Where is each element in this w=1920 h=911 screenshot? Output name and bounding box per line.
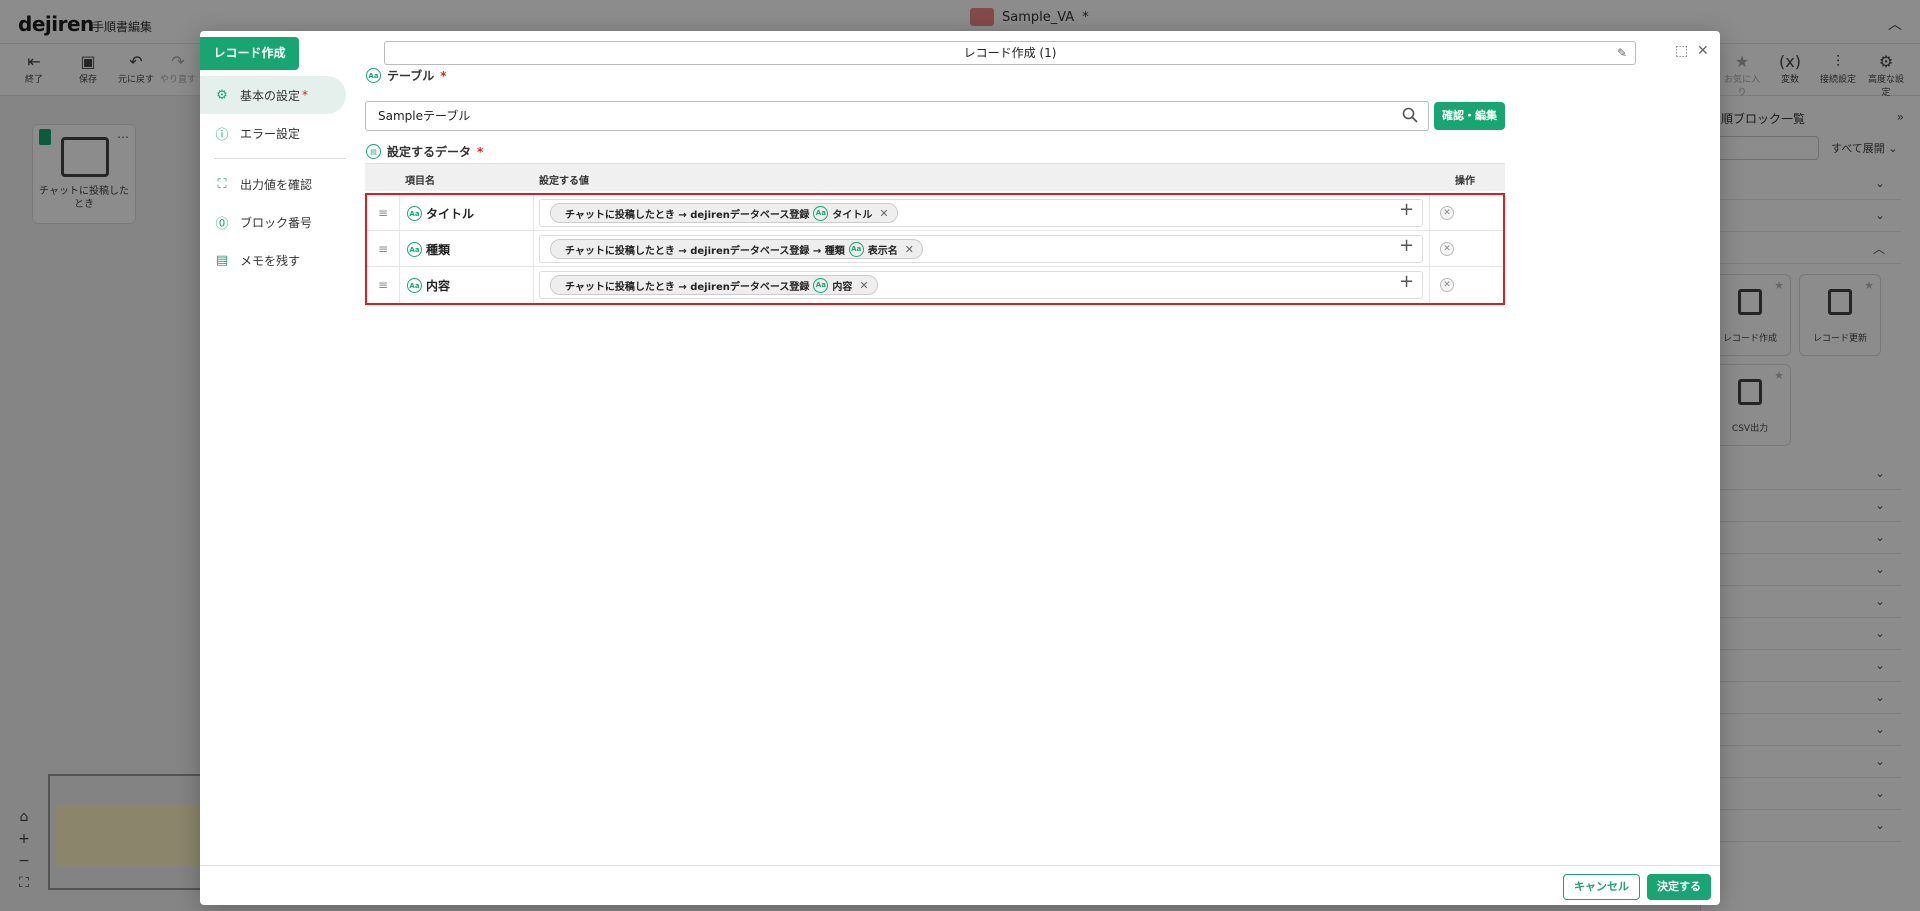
column-header-action: 操作 — [1455, 176, 1475, 187]
data-rows-highlight: ≡ Aa タイトル チャットに投稿したとき → dejirenデータベース登録 … — [365, 193, 1505, 305]
side-nav-divider — [214, 158, 346, 159]
table-section-label: Aa テーブル * — [366, 67, 447, 84]
gear-icon: ⚙ — [216, 87, 228, 103]
row-field-name: Aa タイトル — [407, 205, 474, 222]
table-label-text: テーブル — [387, 69, 435, 83]
chip-field: タイトル — [832, 209, 873, 221]
dialog-title-text: レコード作成 (1) — [963, 46, 1057, 60]
column-divider — [533, 267, 534, 303]
data-grid-header: 項目名 設定する値 操作 — [365, 163, 1505, 191]
table-row: ≡ Aa 内容 チャットに投稿したとき → dejirenデータベース登録 Aa… — [367, 267, 1503, 303]
required-mark: * — [440, 68, 447, 83]
record-create-dialog: レコード作成 レコード作成 (1) ✎ ⬚ ✕ ⚙ 基本の設定 * ⓘ エラー設… — [200, 31, 1720, 905]
side-nav-label: メモを残す — [240, 253, 301, 268]
side-nav-memo[interactable]: ▤ メモを残す — [200, 241, 350, 279]
dialog-title-field[interactable]: レコード作成 (1) ✎ — [384, 41, 1636, 65]
side-nav-output-check[interactable]: ⛶ 出力値を確認 — [200, 165, 350, 203]
drag-handle-icon[interactable]: ≡ — [367, 231, 400, 267]
text-type-icon: Aa — [407, 206, 422, 221]
side-nav-label: 基本の設定 — [240, 88, 301, 103]
text-type-icon: Aa — [407, 242, 422, 257]
chip-path: チャットに投稿したとき → dejirenデータベース登録 → 種類 — [565, 245, 845, 257]
chip-remove-icon[interactable]: ✕ — [859, 279, 868, 292]
column-divider — [1429, 231, 1430, 267]
drag-handle-icon[interactable]: ≡ — [367, 267, 400, 303]
row-value-field[interactable]: チャットに投稿したとき → dejirenデータベース登録 Aa タイトル ✕ — [539, 199, 1423, 227]
memo-icon: ▤ — [215, 252, 229, 268]
submit-button[interactable]: 決定する — [1647, 874, 1711, 900]
row-field-name: Aa 内容 — [407, 277, 450, 294]
delete-row-icon[interactable]: ✕ — [1440, 206, 1454, 220]
chip-path: チャットに投稿したとき → dejirenデータベース登録 — [565, 209, 810, 221]
table-icon: ▤ — [366, 144, 381, 159]
chip-remove-icon[interactable]: ✕ — [905, 243, 914, 256]
drag-handle-icon[interactable]: ≡ — [367, 195, 400, 231]
variable-chip[interactable]: チャットに投稿したとき → dejirenデータベース登録 Aa タイトル ✕ — [550, 203, 898, 223]
add-value-icon[interactable]: + — [1399, 235, 1414, 256]
text-type-icon: Aa — [813, 277, 829, 293]
variable-chip[interactable]: チャットに投稿したとき → dejirenデータベース登録 → 種類 Aa 表示… — [550, 239, 923, 259]
column-header-value: 設定する値 — [539, 176, 589, 187]
column-divider — [533, 195, 534, 231]
delete-row-icon[interactable]: ✕ — [1440, 242, 1454, 256]
search-icon[interactable] — [1402, 107, 1418, 123]
required-mark: * — [477, 144, 484, 159]
side-nav-basic-settings[interactable]: ⚙ 基本の設定 * — [200, 76, 346, 114]
column-divider — [1429, 195, 1430, 231]
column-divider — [1429, 267, 1430, 303]
close-icon[interactable]: ✕ — [1697, 43, 1709, 59]
row-field-name-text: 内容 — [426, 279, 451, 293]
chip-remove-icon[interactable]: ✕ — [879, 207, 888, 220]
confirm-edit-button[interactable]: 確認・編集 — [1434, 102, 1505, 130]
dialog-footer: キャンセル 決定する — [200, 865, 1720, 905]
row-field-name: Aa 種類 — [407, 241, 450, 258]
column-header-name: 項目名 — [405, 176, 435, 187]
side-nav-label: エラー設定 — [240, 126, 301, 141]
row-value-field[interactable]: チャットに投稿したとき → dejirenデータベース登録 → 種類 Aa 表示… — [539, 235, 1423, 263]
add-value-icon[interactable]: + — [1399, 271, 1414, 292]
table-row: ≡ Aa 種類 チャットに投稿したとき → dejirenデータベース登録 → … — [367, 231, 1503, 267]
data-section-label: ▤ 設定するデータ * — [366, 143, 483, 160]
side-nav-block-number[interactable]: ⓪ ブロック番号 — [200, 203, 350, 241]
side-nav-label: ブロック番号 — [240, 215, 313, 230]
text-type-icon: Aa — [848, 241, 864, 257]
variable-chip[interactable]: チャットに投稿したとき → dejirenデータベース登録 Aa 内容 ✕ — [550, 275, 878, 295]
table-row: ≡ Aa タイトル チャットに投稿したとき → dejirenデータベース登録 … — [367, 195, 1503, 231]
chip-path: チャットに投稿したとき → dejirenデータベース登録 — [565, 281, 810, 293]
row-field-name-text: 種類 — [426, 243, 451, 257]
required-mark: * — [302, 88, 309, 102]
select-area-icon[interactable]: ⬚ — [1675, 43, 1688, 59]
block-number-icon: ⓪ — [215, 216, 229, 232]
data-label-text: 設定するデータ — [387, 145, 472, 159]
add-value-icon[interactable]: + — [1399, 199, 1414, 220]
table-select-input[interactable]: Sampleテーブル — [365, 101, 1429, 131]
text-type-icon: Aa — [366, 68, 381, 83]
row-value-field[interactable]: チャットに投稿したとき → dejirenデータベース登録 Aa 内容 ✕ — [539, 271, 1423, 299]
text-type-icon: Aa — [407, 278, 422, 293]
text-type-icon: Aa — [813, 205, 829, 221]
row-field-name-text: タイトル — [426, 207, 475, 221]
side-nav-error-settings[interactable]: ⓘ エラー設定 — [200, 114, 350, 152]
settings-side-nav: ⚙ 基本の設定 * ⓘ エラー設定 ⛶ 出力値を確認 ⓪ ブロック番号 ▤ メモ… — [200, 76, 350, 279]
error-icon: ⓘ — [215, 127, 229, 143]
chip-field: 内容 — [832, 281, 853, 293]
pencil-icon[interactable]: ✎ — [1617, 42, 1627, 64]
column-divider — [533, 231, 534, 267]
delete-row-icon[interactable]: ✕ — [1440, 278, 1454, 292]
block-type-badge: レコード作成 — [200, 37, 299, 70]
chip-field: 表示名 — [867, 245, 898, 257]
table-select-value: Sampleテーブル — [378, 109, 471, 123]
output-icon: ⛶ — [217, 176, 227, 192]
side-nav-label: 出力値を確認 — [240, 177, 313, 192]
cancel-button[interactable]: キャンセル — [1563, 874, 1640, 900]
